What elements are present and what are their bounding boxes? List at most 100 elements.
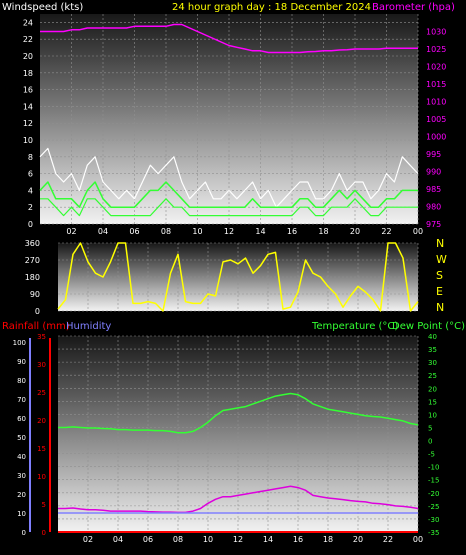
baro-tick-label: 995 <box>426 150 441 159</box>
x-tick-label: 18 <box>323 535 333 544</box>
x-tick-label: 04 <box>113 535 123 544</box>
baro-tick-label: 990 <box>426 168 441 177</box>
wind-tick-label: 8 <box>28 153 33 162</box>
wind-tick-label: 22 <box>23 35 33 44</box>
x-tick-label: 20 <box>353 535 363 544</box>
humidity-tick-label: 70 <box>17 396 26 404</box>
compass-label: N <box>436 237 444 250</box>
temperature-tick-label: 25 <box>428 372 437 380</box>
x-tick-label: 12 <box>233 535 243 544</box>
humidity-tick-label: 60 <box>17 415 26 423</box>
x-tick-label: 04 <box>98 227 108 236</box>
temperature-tick-label: 10 <box>428 411 437 419</box>
humidity-tick-label: 90 <box>17 358 26 366</box>
humidity-tick-label: 50 <box>17 434 26 442</box>
x-tick-label: 20 <box>350 227 360 236</box>
x-tick-label: 12 <box>224 227 234 236</box>
dewpoint-label: Dew Point (°C) <box>392 321 465 332</box>
temperature-tick-label: 30 <box>428 359 437 367</box>
direction-tick-label: 0 <box>35 307 40 316</box>
barometer-label: Barometer (hpa) <box>372 2 455 13</box>
wind-tick-label: 14 <box>23 102 33 111</box>
humidity-tick-label: 30 <box>17 472 26 480</box>
temperature-tick-label: 0 <box>428 438 432 446</box>
x-tick-label: 08 <box>173 535 183 544</box>
compass-label: N <box>436 301 444 314</box>
baro-tick-label: 1005 <box>426 115 446 124</box>
wind-tick-label: 18 <box>23 69 33 78</box>
rainfall-label: Rainfall (mm) <box>2 321 70 332</box>
x-tick-label: 10 <box>192 227 202 236</box>
x-tick-label: 10 <box>203 535 213 544</box>
rainfall-tick-label: 15 <box>37 445 46 453</box>
temperature-label: Temperature (°C) <box>311 321 398 332</box>
wind-tick-label: 0 <box>28 220 33 229</box>
x-tick-label: 18 <box>318 227 328 236</box>
graph-title: 24 hour graph day : 18 December 2024 <box>172 2 371 13</box>
x-tick-label: 16 <box>287 227 297 236</box>
humidity-tick-label: 80 <box>17 377 26 385</box>
x-tick-label: 02 <box>83 535 93 544</box>
temperature-tick-label: -35 <box>428 529 439 537</box>
baro-tick-label: 985 <box>426 185 441 194</box>
direction-tick-label: 270 <box>25 256 40 265</box>
humidity-tick-label: 10 <box>17 510 26 518</box>
compass-label: W <box>436 253 447 266</box>
x-tick-label: 22 <box>383 535 393 544</box>
baro-tick-label: 1000 <box>426 133 446 142</box>
x-tick-label: 06 <box>143 535 153 544</box>
temperature-tick-label: -20 <box>428 490 439 498</box>
x-tick-label: 14 <box>255 227 265 236</box>
wind-tick-label: 24 <box>23 18 33 27</box>
windspeed-label: Windspeed (kts) <box>2 2 83 13</box>
rainfall-tick-label: 30 <box>37 361 46 369</box>
x-tick-label: 06 <box>129 227 139 236</box>
humidity-tick-label: 0 <box>22 529 26 537</box>
temperature-tick-label: 20 <box>428 385 437 393</box>
wind-tick-label: 6 <box>28 170 33 179</box>
wind-tick-label: 12 <box>23 119 33 128</box>
temperature-tick-label: 35 <box>428 346 437 354</box>
temperature-tick-label: -5 <box>428 451 435 459</box>
wind-tick-label: 16 <box>23 86 33 95</box>
temperature-tick-label: -10 <box>428 464 439 472</box>
baro-tick-label: 1010 <box>426 98 446 107</box>
temperature-tick-label: -15 <box>428 477 439 485</box>
direction-tick-label: 90 <box>30 290 40 299</box>
baro-tick-label: 975 <box>426 220 441 229</box>
temperature-tick-label: -30 <box>428 516 439 524</box>
rainfall-tick-label: 0 <box>42 529 46 537</box>
rainfall-tick-label: 35 <box>37 333 46 341</box>
weather-graph: Windspeed (kts) 24 hour graph day : 18 D… <box>0 0 466 555</box>
baro-tick-label: 1020 <box>426 63 446 72</box>
baro-tick-label: 1025 <box>426 45 446 54</box>
x-tick-label: 02 <box>66 227 76 236</box>
rainfall-tick-label: 5 <box>42 501 46 509</box>
x-tick-label: 00 <box>413 535 423 544</box>
wind-tick-label: 10 <box>23 136 33 145</box>
humidity-label: Humidity <box>66 321 111 332</box>
direction-tick-label: 360 <box>25 239 40 248</box>
temperature-tick-label: 5 <box>428 424 432 432</box>
baro-tick-label: 1015 <box>426 80 446 89</box>
x-tick-label: 22 <box>381 227 391 236</box>
temperature-tick-label: 15 <box>428 398 437 406</box>
wind-tick-label: 4 <box>28 186 33 195</box>
wind-tick-label: 20 <box>23 52 33 61</box>
x-tick-label: 08 <box>161 227 171 236</box>
wind-tick-label: 2 <box>28 203 33 212</box>
baro-tick-label: 1030 <box>426 28 446 37</box>
rainfall-tick-label: 10 <box>37 473 46 481</box>
x-tick-label: 16 <box>293 535 303 544</box>
humidity-tick-label: 40 <box>17 453 26 461</box>
humidity-tick-label: 20 <box>17 491 26 499</box>
baro-tick-label: 980 <box>426 203 441 212</box>
x-tick-label: 14 <box>263 535 273 544</box>
temperature-tick-label: 40 <box>428 333 437 341</box>
temperature-tick-label: -25 <box>428 503 439 511</box>
direction-tick-label: 180 <box>25 273 40 282</box>
humidity-tick-label: 100 <box>13 339 26 347</box>
x-tick-label: 00 <box>413 227 423 236</box>
rainfall-tick-label: 20 <box>37 417 46 425</box>
compass-label: S <box>436 269 443 282</box>
